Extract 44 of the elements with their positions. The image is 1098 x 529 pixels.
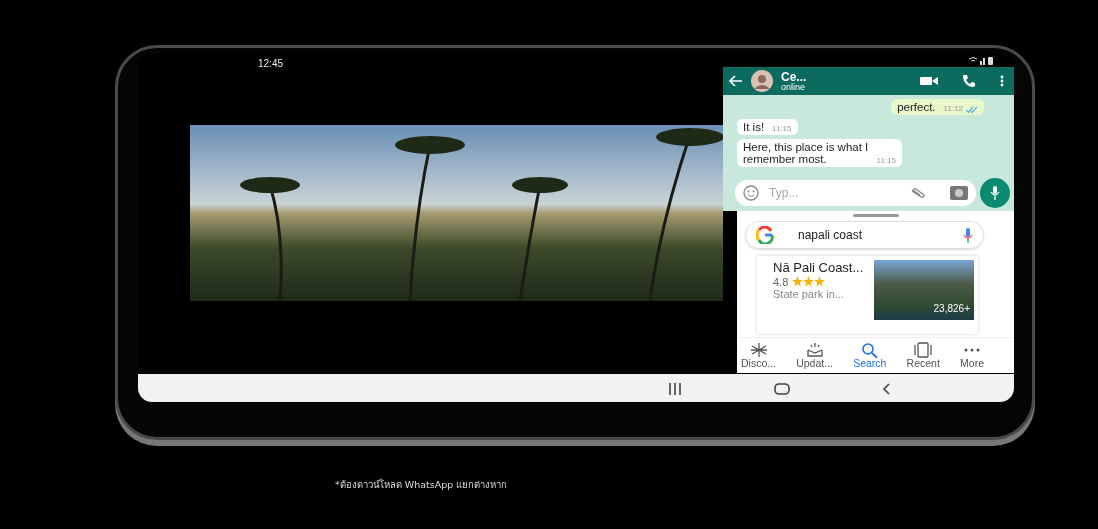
recent-apps-icon (668, 382, 682, 395)
asterisk-icon (749, 342, 768, 358)
bottom-nav-tab[interactable]: Recent (906, 342, 940, 370)
back-icon (882, 382, 890, 395)
microphone-icon (990, 186, 1000, 200)
message-time: 11:15 (772, 124, 792, 134)
star-icon (803, 276, 815, 288)
message-text: Here, this place is what I remember most. (743, 141, 869, 166)
g-logo-icon (756, 226, 774, 244)
stacked-cards-icon (914, 342, 933, 358)
home-icon (774, 382, 790, 395)
camera-icon[interactable] (950, 186, 968, 200)
more-options-icon[interactable] (1000, 75, 1004, 87)
message-text: perfect. (897, 101, 936, 114)
rating-value: 4.8 (773, 275, 789, 288)
status-icons (968, 55, 994, 65)
star-icon (792, 276, 804, 288)
phone-icon[interactable] (962, 74, 976, 88)
photo-count: 23,826+ (933, 302, 970, 316)
video-call-icon[interactable] (920, 76, 938, 86)
microphone-button[interactable] (980, 178, 1010, 208)
bottom-nav-tab[interactable]: Search (853, 342, 887, 370)
bottom-nav-tab[interactable]: Disco... (741, 342, 776, 370)
footnote: *ต้องดาวน์โหลด WhatsApp แยกต่างหาก (335, 479, 508, 490)
message-text: It is! (743, 121, 765, 134)
result-card[interactable]: Nā Pali Coast... 4.8 State park in... 23,826+ (757, 256, 978, 334)
message-input-field[interactable]: Typ... (767, 183, 837, 203)
bottom-nav-tab[interactable]: More (960, 342, 984, 370)
bottom-nav-tab[interactable]: Updat... (796, 342, 833, 370)
star-icon (814, 276, 826, 288)
search-icon (860, 342, 879, 358)
avatar-icon[interactable] (751, 70, 773, 92)
message-time: 11:15 (876, 156, 896, 166)
back-arrow-icon[interactable] (729, 75, 743, 87)
contact-name: Ce... (781, 70, 808, 83)
result-description: State park in... (773, 287, 845, 301)
microphone-icon[interactable] (963, 227, 973, 243)
inbox-icon (805, 342, 824, 358)
status-time: 12:45 (258, 58, 284, 69)
contact-status: online (781, 82, 807, 92)
emoji-icon[interactable] (743, 185, 759, 201)
result-title: Nā Pali Coast... (773, 260, 865, 276)
paperclip-icon[interactable] (910, 187, 926, 199)
message-time: 11:12 (943, 104, 963, 114)
